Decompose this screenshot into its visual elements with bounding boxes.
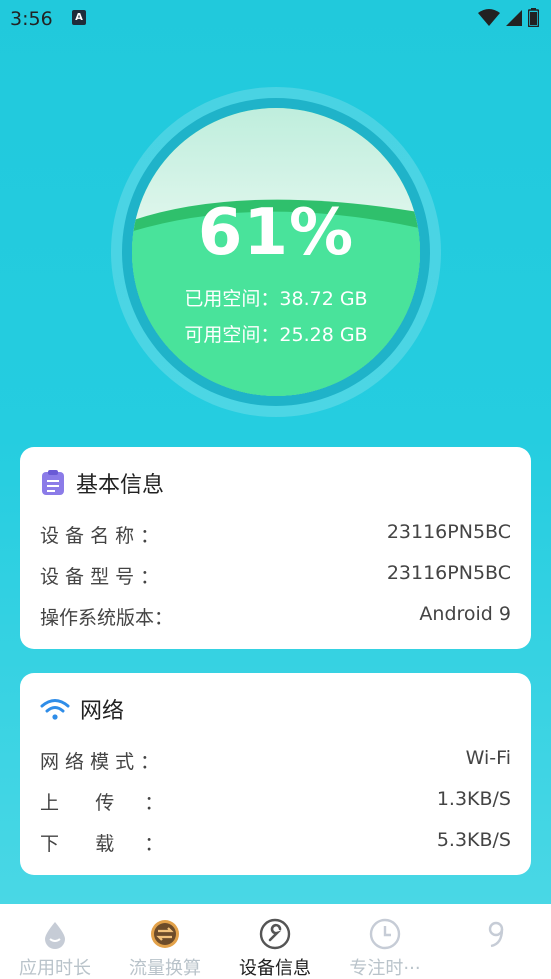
row-value: 1.3KB/S <box>436 788 511 810</box>
nav-item-focus[interactable]: 专注时··· <box>330 904 440 979</box>
row-value: 5.3KB/S <box>436 829 511 851</box>
network-row-mode: 网 络 模 式 ： Wi-Fi <box>40 747 511 774</box>
network-header: 网络 <box>40 693 124 725</box>
cell-signal-icon <box>506 9 522 26</box>
network-card: 网络 网 络 模 式 ： Wi-Fi 上 传 ： 1.3KB/S 下 载 ： 5… <box>20 673 531 875</box>
used-space: 已用空间：38.72 GB <box>184 288 368 310</box>
clock-icon <box>369 918 401 950</box>
row-label: 设 备 名 称 ： <box>40 525 160 547</box>
status-time: 3:56 <box>10 8 53 30</box>
basic-info-title: 基本信息 <box>76 473 165 498</box>
nav-item-traffic-convert[interactable]: 流量换算 <box>110 904 220 979</box>
wifi-signal-icon <box>478 8 500 26</box>
info-row-os-version: 操作系统版本： Android 9 <box>40 603 511 630</box>
nav-item-more[interactable] <box>440 904 550 979</box>
storage-percent: 61% <box>197 196 355 270</box>
basic-info-card: 基本信息 设 备 名 称 ： 23116PN5BC 设 备 型 号 ： 2311… <box>20 447 531 649</box>
nav-label: 设备信息 <box>239 958 311 979</box>
basic-info-header: 基本信息 <box>40 467 164 499</box>
row-label: 上 传 ： <box>40 792 164 814</box>
battery-icon <box>528 8 539 27</box>
storage-gauge: 61% 已用空间：38.72 GB 可用空间：25.28 GB <box>111 87 441 417</box>
row-value: 23116PN5BC <box>386 521 511 543</box>
network-row-upload: 上 传 ： 1.3KB/S <box>40 788 511 815</box>
status-icons <box>478 8 539 27</box>
row-label: 下 载 ： <box>40 833 164 855</box>
bottom-nav: 应用时长 流量换算 设备信息 专注时··· <box>0 904 551 979</box>
nav-label: 专注时··· <box>349 958 421 979</box>
clipboard-icon <box>42 470 64 495</box>
nav-item-app-usage[interactable]: 应用时长 <box>0 904 110 979</box>
row-value: Android 9 <box>419 603 511 625</box>
row-label: 网 络 模 式 ： <box>40 751 160 773</box>
free-space: 可用空间：25.28 GB <box>184 324 368 346</box>
row-value: Wi-Fi <box>465 747 511 769</box>
nav-item-device-info[interactable]: 设备信息 <box>220 904 330 979</box>
info-row-device-model: 设 备 型 号 ： 23116PN5BC <box>40 562 511 589</box>
status-bar: 3:56 A <box>0 0 551 38</box>
drop-icon <box>45 922 65 949</box>
row-label: 操作系统版本： <box>40 607 174 629</box>
info-row-device-name: 设 备 名 称 ： 23116PN5BC <box>40 521 511 548</box>
wifi-icon <box>40 699 70 720</box>
gauge-fill: 61% 已用空间：38.72 GB 可用空间：25.28 GB <box>132 108 420 396</box>
nav-label: 应用时长 <box>19 958 91 979</box>
swap-icon <box>151 920 179 948</box>
network-row-download: 下 载 ： 5.3KB/S <box>40 829 511 856</box>
wrench-icon <box>259 918 291 950</box>
nav-label: 流量换算 <box>129 958 201 979</box>
nine-icon <box>488 921 504 948</box>
row-label: 设 备 型 号 ： <box>40 566 160 588</box>
network-title: 网络 <box>80 699 125 724</box>
notification-badge: A <box>72 10 86 25</box>
row-value: 23116PN5BC <box>386 562 511 584</box>
